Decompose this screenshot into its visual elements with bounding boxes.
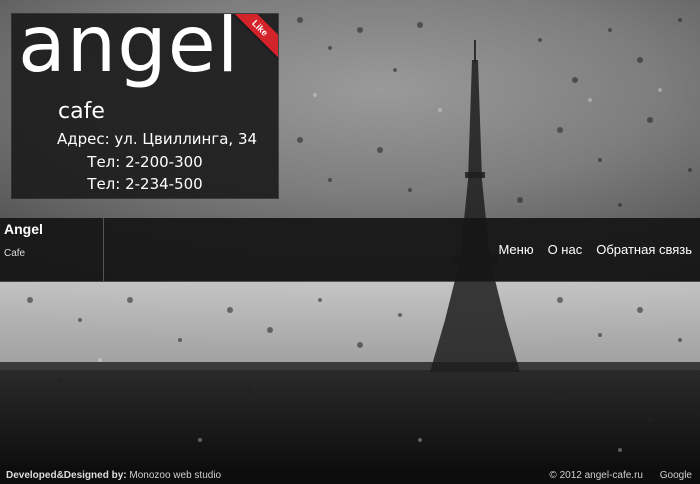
footer: Developed&Designed by: Monozoo web studi… bbox=[0, 468, 700, 484]
footer-copyright: © 2012 angel-cafe.ru bbox=[549, 470, 643, 481]
footer-dev-label: Developed&Designed by: bbox=[6, 470, 127, 481]
brand-subtitle: Cafe bbox=[4, 248, 26, 259]
nav-link-menu[interactable]: Меню bbox=[498, 242, 533, 257]
nav-link-about[interactable]: О нас bbox=[548, 242, 583, 257]
nav-links: Меню О нас Обратная связь bbox=[498, 242, 692, 257]
logo-wordmark: angel bbox=[18, 14, 240, 90]
nav-link-feedback[interactable]: Обратная связь bbox=[596, 242, 692, 257]
logo-subtitle: cafe bbox=[58, 99, 105, 124]
navbar: Angel Cafe Меню О нас Обратная связь bbox=[0, 218, 700, 281]
phone-2-text: Тел: 2-234-500 bbox=[87, 175, 203, 193]
phone-1-text: Тел: 2-200-300 bbox=[87, 153, 203, 171]
logo-box[interactable]: angel cafe Адрес: ул. Цвиллинга, 34 Тел:… bbox=[12, 14, 278, 198]
brand-title: Angel bbox=[4, 221, 43, 237]
footer-google-link[interactable]: Google bbox=[660, 470, 692, 481]
footer-credits: Developed&Designed by: Monozoo web studi… bbox=[6, 468, 221, 484]
address-text: Адрес: ул. Цвиллинга, 34 bbox=[56, 130, 258, 148]
footer-dev-link[interactable]: Monozoo web studio bbox=[129, 470, 221, 481]
footer-right: © 2012 angel-cafe.ru Google bbox=[535, 468, 692, 484]
brand-block[interactable]: Angel Cafe bbox=[0, 218, 104, 281]
page: angel cafe Адрес: ул. Цвиллинга, 34 Тел:… bbox=[0, 0, 700, 484]
